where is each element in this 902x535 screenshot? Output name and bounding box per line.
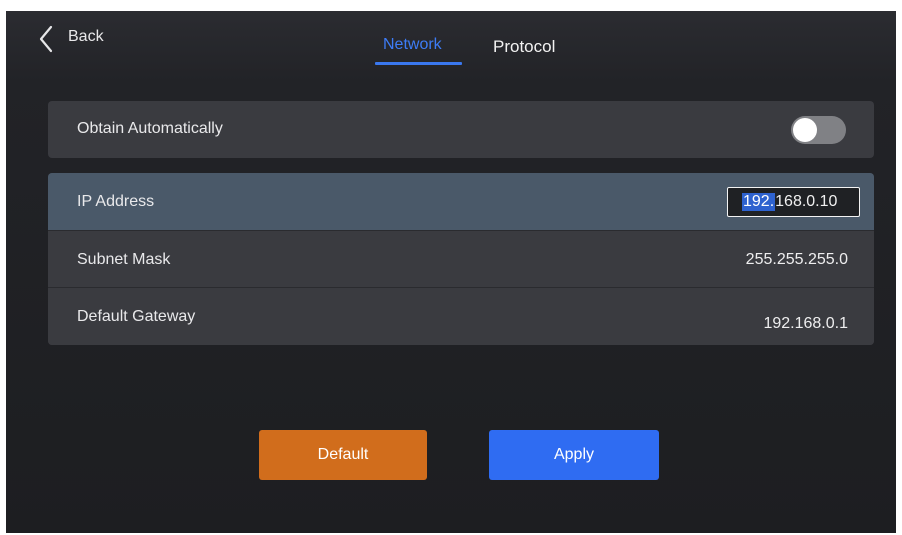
default-gateway-row[interactable]: Default Gateway 192.168.0.1 — [48, 288, 874, 345]
back-label: Back — [68, 28, 104, 45]
chevron-left-icon — [39, 25, 53, 53]
ip-settings-group: IP Address 192. 168.0.10 Subnet Mask 255.… — [48, 173, 874, 345]
toggle-knob — [793, 118, 817, 142]
ip-address-row[interactable]: IP Address 192. 168.0.10 — [48, 173, 874, 230]
ip-address-input[interactable]: 192. 168.0.10 — [727, 187, 860, 217]
apply-button[interactable]: Apply — [489, 430, 659, 480]
tab-protocol[interactable]: Protocol — [493, 37, 555, 57]
obtain-automatically-label: Obtain Automatically — [77, 120, 223, 137]
obtain-automatically-toggle[interactable] — [791, 116, 846, 144]
default-button[interactable]: Default — [259, 430, 427, 480]
tab-network[interactable]: Network — [383, 36, 442, 54]
top-bar: Back Network Protocol — [6, 11, 896, 73]
back-button[interactable]: Back — [34, 23, 104, 57]
ip-address-value-rest: 168.0.10 — [775, 193, 838, 210]
ip-address-selection: 192. — [742, 193, 776, 211]
default-gateway-label: Default Gateway — [77, 308, 196, 325]
subnet-mask-label: Subnet Mask — [77, 251, 171, 268]
subnet-mask-row[interactable]: Subnet Mask 255.255.255.0 — [48, 231, 874, 288]
active-tab-indicator — [375, 62, 462, 65]
network-settings-screen: Back Network Protocol Obtain Automatical… — [6, 11, 896, 533]
obtain-automatically-row: Obtain Automatically — [48, 101, 874, 158]
default-gateway-value: 192.168.0.1 — [763, 315, 848, 332]
ip-address-label: IP Address — [77, 193, 155, 210]
subnet-mask-value: 255.255.255.0 — [745, 251, 848, 268]
